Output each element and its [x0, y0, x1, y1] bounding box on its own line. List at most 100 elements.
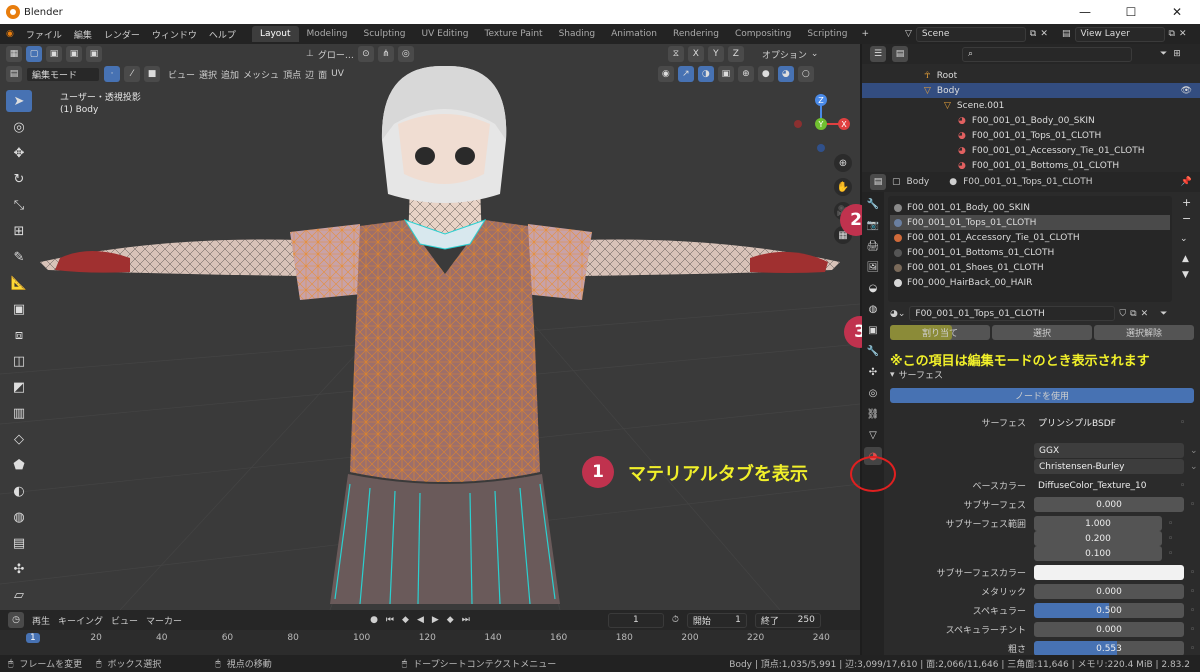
select-button[interactable]: 選択	[992, 325, 1092, 340]
visibility-icon[interactable]: ◉	[657, 66, 674, 82]
workspace-tab-texture-paint[interactable]: Texture Paint	[476, 26, 550, 42]
annotate-tool-icon[interactable]: ✎	[6, 246, 32, 268]
scene-tab-icon[interactable]: ◒	[864, 279, 882, 297]
socket-dot-icon[interactable]: ◦	[1190, 606, 1195, 616]
delete-view-layer-icon[interactable]: ✕	[1179, 29, 1187, 39]
property-value[interactable]: 0.000	[1034, 622, 1184, 637]
extrude-tool-icon[interactable]: ⧈	[6, 324, 32, 346]
property-value[interactable]: 0.000	[1034, 497, 1184, 512]
use-nodes-button[interactable]: ノードを使用	[890, 388, 1194, 403]
wireframe-shading-icon[interactable]: ⊕	[737, 66, 754, 82]
deselect-button[interactable]: 選択解除	[1094, 325, 1194, 340]
material-name-field[interactable]: F00_001_01_Tops_01_CLOTH	[909, 306, 1116, 321]
move-slot-up-icon[interactable]: ▲	[1182, 254, 1189, 264]
property-value[interactable]: 0.553	[1034, 641, 1184, 656]
menu-select[interactable]: 選択	[199, 68, 217, 81]
menu-mesh[interactable]: メッシュ	[243, 68, 279, 81]
scene-icon[interactable]: ▽	[905, 29, 912, 39]
workspace-tab-animation[interactable]: Animation	[603, 26, 665, 42]
physics-tab-icon[interactable]: ◎	[864, 384, 882, 402]
workspace-tab-layout[interactable]: Layout	[251, 26, 299, 42]
end-frame-field[interactable]: 終了 250	[754, 612, 821, 628]
workspace-tab-scripting[interactable]: Scripting	[799, 26, 855, 42]
jump-end-icon[interactable]: ⏭	[462, 615, 470, 625]
poly-build-tool-icon[interactable]: ⬟	[6, 454, 32, 476]
socket-dot-icon[interactable]: ◦	[1180, 481, 1185, 491]
current-frame-field[interactable]: 1	[607, 612, 664, 628]
socket-dot-icon[interactable]: ◦	[1190, 644, 1195, 654]
socket-dot-icon[interactable]: ◦	[1168, 534, 1173, 544]
render-tab-icon[interactable]: 📷	[864, 216, 882, 234]
new-view-layer-icon[interactable]: ⧉	[1169, 29, 1175, 39]
material-slot[interactable]: F00_001_01_Accessory_Tie_01_CLOTH	[890, 230, 1170, 245]
measure-tool-icon[interactable]: 📐	[6, 272, 32, 294]
play-icon[interactable]: ▶	[432, 615, 439, 625]
vertex-select-icon[interactable]: ·	[104, 66, 120, 82]
pin-icon[interactable]: 📌	[1181, 177, 1200, 187]
property-value[interactable]: 0.000	[1034, 584, 1184, 599]
menu-keying[interactable]: キーイング	[58, 614, 103, 627]
edge-slide-tool-icon[interactable]: ▤	[6, 532, 32, 554]
cursor-tool-icon[interactable]: ◎	[6, 116, 32, 138]
scene-selector[interactable]: Scene	[915, 26, 1026, 42]
menu-face[interactable]: 面	[318, 68, 327, 81]
record-icon[interactable]: ●	[370, 615, 378, 625]
workspace-tab-rendering[interactable]: Rendering	[665, 26, 727, 42]
add-workspace-icon[interactable]: +	[855, 29, 875, 39]
menu-edge[interactable]: 辺	[305, 68, 314, 81]
transform-orientation[interactable]: グロー…	[318, 48, 354, 61]
jump-start-icon[interactable]: ⏮	[386, 615, 394, 625]
socket-dot-icon[interactable]: ◦	[1168, 549, 1173, 559]
outliner-row[interactable]: ☥ Root	[862, 68, 1200, 83]
add-cube-tool-icon[interactable]: ▣	[6, 298, 32, 320]
proportional-icon[interactable]: ◎	[397, 46, 414, 62]
overlay-toggle-icon[interactable]: ◑	[697, 66, 714, 82]
frame-ruler[interactable]: 1 20 40 60 80 100 120 140 160 180 200 220 240	[0, 632, 860, 648]
workspace-tab-uv-editing[interactable]: UV Editing	[414, 26, 477, 42]
material-shading-icon[interactable]: ◕	[777, 66, 794, 82]
property-value[interactable]	[1034, 565, 1184, 580]
snap-icon[interactable]: ⋔	[377, 46, 394, 62]
material-slot[interactable]: F00_001_01_Bottoms_01_CLOTH	[890, 245, 1170, 260]
outliner-editor-icon[interactable]: ☰	[870, 46, 886, 62]
menu-add[interactable]: 追加	[221, 68, 239, 81]
axis-z[interactable]: Z	[727, 46, 744, 62]
new-scene-icon[interactable]: ⧉	[1030, 29, 1036, 39]
minimize-icon[interactable]: —	[1062, 5, 1108, 19]
property-value[interactable]: 0.200	[1034, 531, 1162, 546]
outliner-row[interactable]: ◕ F00_001_01_Body_00_SKIN	[862, 113, 1200, 128]
close-icon[interactable]: ✕	[1154, 5, 1200, 19]
next-keyframe-icon[interactable]: ◆	[447, 615, 454, 625]
xray-icon[interactable]: ▣	[717, 66, 734, 82]
socket-dot-icon[interactable]: ◦	[1190, 587, 1195, 597]
shear-tool-icon[interactable]: ▱	[6, 584, 32, 606]
timeline-editor-icon[interactable]: ◷	[8, 612, 24, 628]
world-tab-icon[interactable]: ◍	[864, 300, 882, 318]
property-value[interactable]: 0.100	[1034, 546, 1162, 561]
select-box-icon[interactable]: ▢	[26, 46, 42, 62]
shrink-tool-icon[interactable]: ✣	[6, 558, 32, 580]
slot-specials-icon[interactable]: ⌄	[1180, 234, 1188, 244]
data-tab-icon[interactable]: ▽	[864, 426, 882, 444]
prev-keyframe-icon[interactable]: ◆	[402, 615, 409, 625]
axis-x[interactable]: X	[687, 46, 704, 62]
outliner-row[interactable]: ◕ F00_001_01_Accessory_Tie_01_CLOTH	[862, 143, 1200, 158]
mode-selector[interactable]: 編集モード	[26, 66, 100, 82]
socket-dot-icon[interactable]: ⌄	[1190, 462, 1198, 472]
scale-tool-icon[interactable]: ⤡	[6, 194, 32, 216]
outliner-row[interactable]: ▽ Scene.001	[862, 98, 1200, 113]
spin-tool-icon[interactable]: ◐	[6, 480, 32, 502]
face-select-icon[interactable]: ■	[144, 66, 160, 82]
material-slot[interactable]: F00_001_01_Body_00_SKIN	[890, 200, 1170, 215]
property-value[interactable]: DiffuseColor_Texture_10	[1034, 478, 1174, 493]
loop-cut-tool-icon[interactable]: ▥	[6, 402, 32, 424]
menu-uv[interactable]: UV	[331, 69, 344, 79]
material-slot[interactable]: F00_000_HairBack_00_HAIR	[890, 275, 1170, 290]
tool-tab-icon[interactable]: 🔧	[864, 195, 882, 213]
zoom-icon[interactable]: ⊕	[834, 154, 852, 172]
outliner-row[interactable]: ◕ F00_001_01_Bottoms_01_CLOTH	[862, 158, 1200, 173]
move-tool-icon[interactable]: ✥	[6, 142, 32, 164]
outliner-search-input[interactable]: ⌕	[962, 46, 1132, 62]
property-value[interactable]: 1.000	[1034, 516, 1162, 531]
mirror-icon[interactable]: ⧖	[667, 46, 684, 62]
